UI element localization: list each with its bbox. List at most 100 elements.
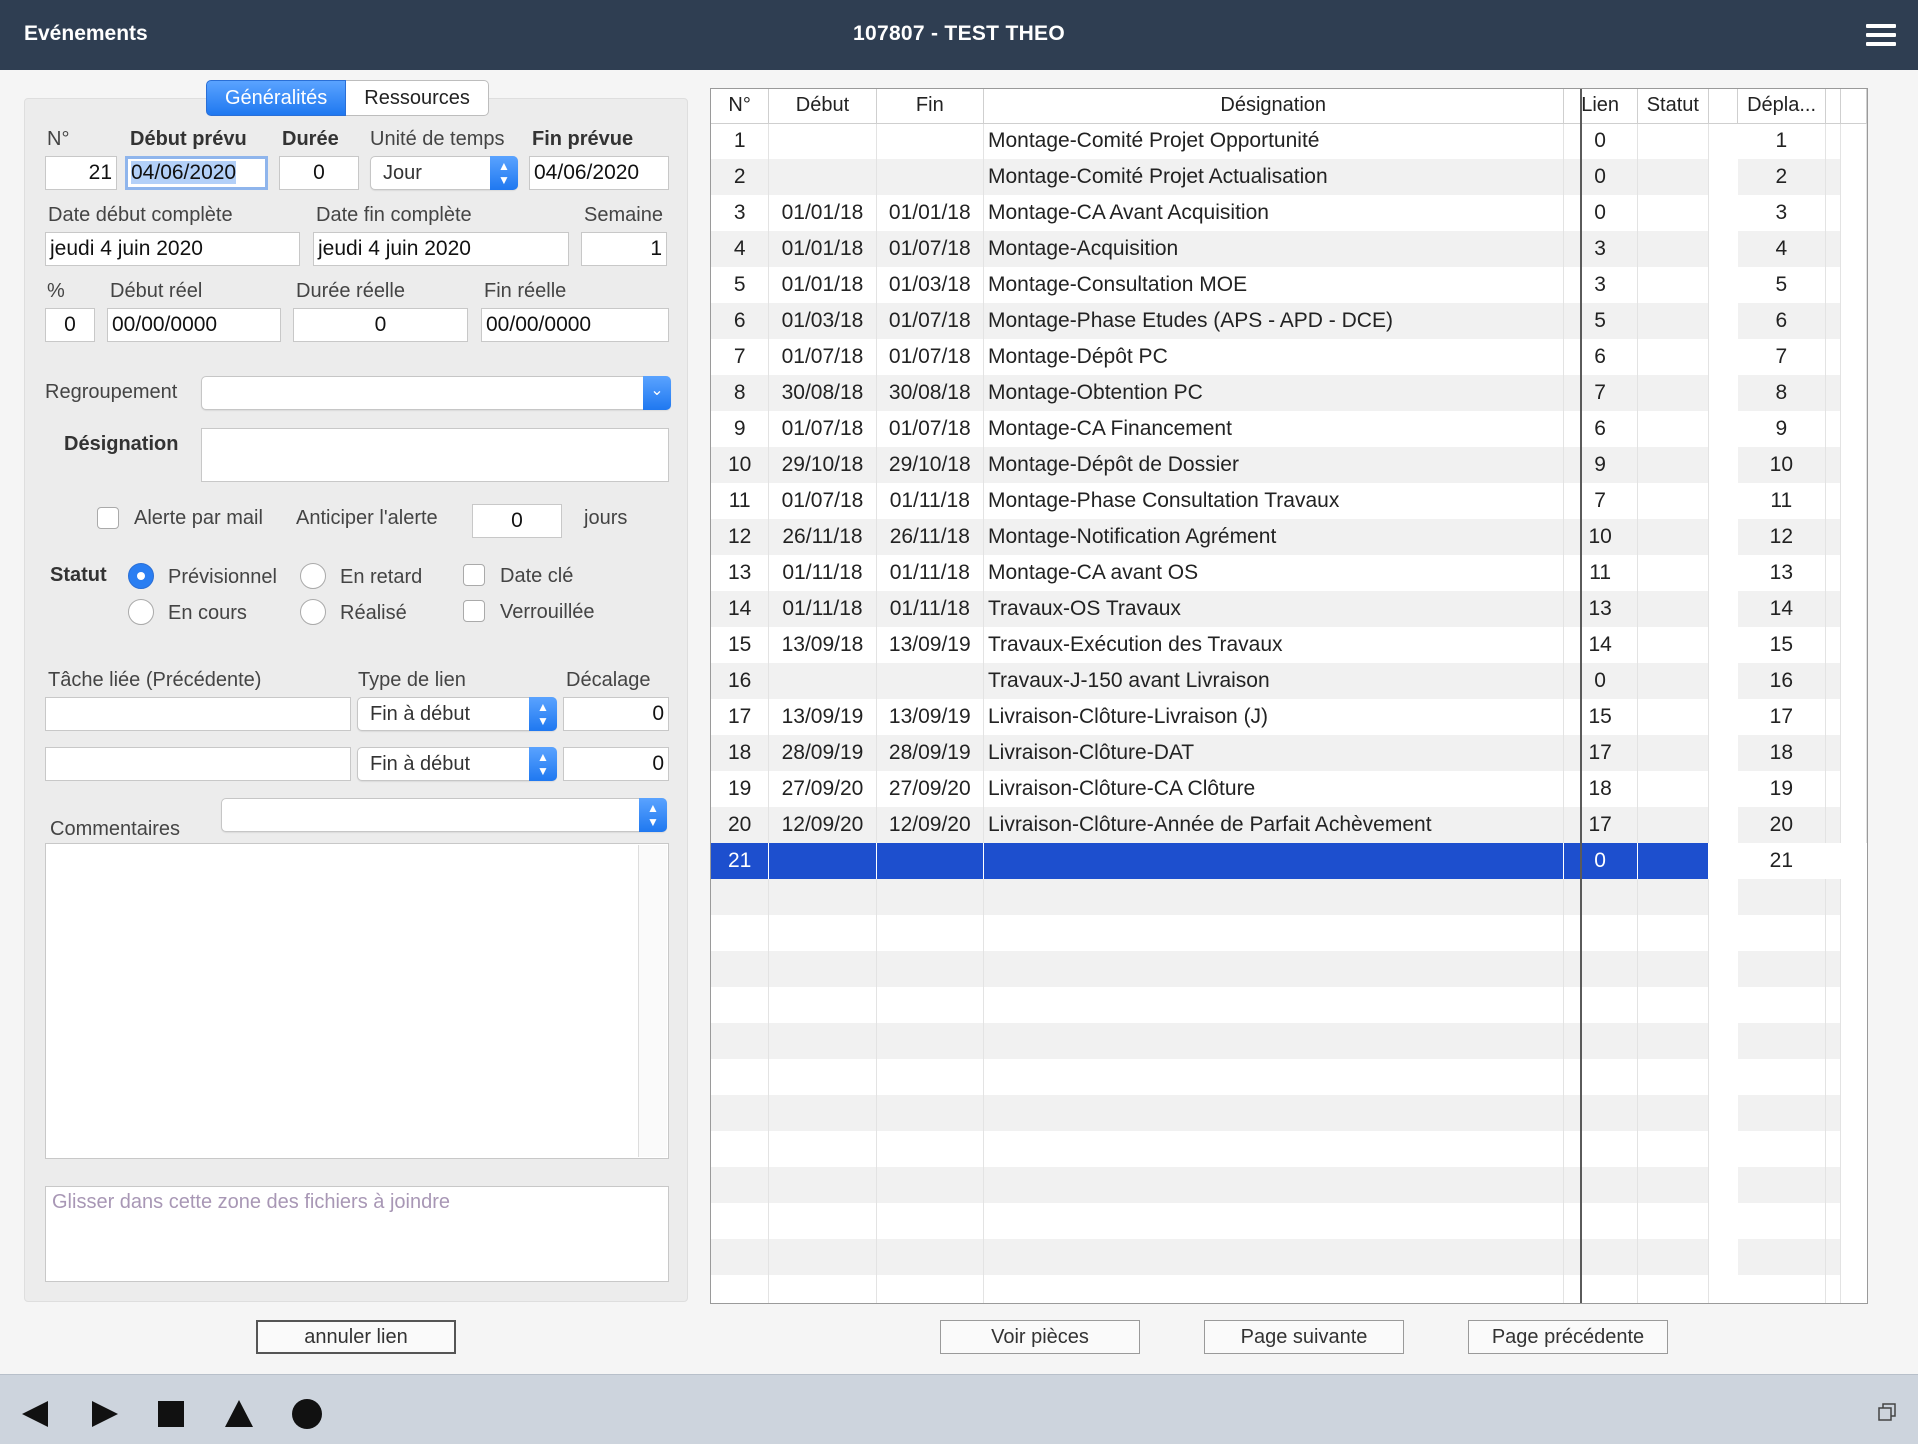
cell-debut[interactable] xyxy=(768,843,877,879)
semaine-field[interactable]: 1 xyxy=(581,232,667,266)
empty-row[interactable] xyxy=(711,1203,1867,1239)
designation-field[interactable] xyxy=(201,428,669,482)
empty-row[interactable] xyxy=(711,1023,1867,1059)
cell-designation[interactable]: Travaux-J-150 avant Livraison xyxy=(983,663,1564,699)
empty-row[interactable] xyxy=(711,915,1867,951)
cell-statut[interactable] xyxy=(1637,231,1709,267)
cell-designation[interactable]: Travaux-Exécution des Travaux xyxy=(983,627,1564,663)
cell-fin[interactable]: 30/08/18 xyxy=(876,375,984,411)
cell-debut[interactable]: 01/03/18 xyxy=(768,303,877,339)
cell-depla[interactable]: 17 xyxy=(1737,699,1826,735)
cell-depla[interactable]: 20 xyxy=(1737,807,1826,843)
table-row[interactable]: 13 01/11/18 01/11/18 Montage-CA avant OS 11 1… xyxy=(711,555,1867,591)
cell-lien[interactable]: 17 xyxy=(1563,807,1638,843)
cell-fin[interactable] xyxy=(876,843,984,879)
cell-depla[interactable]: 10 xyxy=(1737,447,1826,483)
cell-depla[interactable]: 13 xyxy=(1737,555,1826,591)
col-lien[interactable]: Lien xyxy=(1563,89,1638,124)
back-triangle-icon[interactable] xyxy=(18,1397,52,1431)
cell-depla[interactable]: 5 xyxy=(1737,267,1826,303)
cell-lien[interactable]: 0 xyxy=(1563,159,1638,195)
alerte-checkbox[interactable] xyxy=(97,507,119,529)
cell-statut[interactable] xyxy=(1637,267,1709,303)
cell-lien[interactable]: 17 xyxy=(1563,735,1638,771)
cell-designation[interactable]: Montage-Obtention PC xyxy=(983,375,1564,411)
voir-pieces-button[interactable]: Voir pièces xyxy=(940,1320,1140,1354)
cell-statut[interactable] xyxy=(1637,735,1709,771)
cell-depla[interactable]: 18 xyxy=(1737,735,1826,771)
cell-depla[interactable]: 3 xyxy=(1737,195,1826,231)
play-triangle-icon[interactable] xyxy=(88,1397,122,1431)
stop-square-icon[interactable] xyxy=(154,1397,188,1431)
cell-designation[interactable]: Livraison-Clôture-Année de Parfait Achèv… xyxy=(983,807,1564,843)
cell-statut[interactable] xyxy=(1637,699,1709,735)
type-lien-select-2[interactable]: Fin à début ▲ ▼ xyxy=(357,747,557,781)
cell-fin[interactable]: 01/11/18 xyxy=(876,555,984,591)
cell-debut[interactable]: 01/01/18 xyxy=(768,231,877,267)
cell-depla[interactable]: 16 xyxy=(1737,663,1826,699)
cell-lien[interactable]: 6 xyxy=(1563,411,1638,447)
cell-designation[interactable]: Montage-Phase Etudes (APS - APD - DCE) xyxy=(983,303,1564,339)
cell-fin[interactable]: 01/07/18 xyxy=(876,303,984,339)
cell-no[interactable]: 11 xyxy=(711,483,770,519)
cell-no[interactable]: 6 xyxy=(711,303,770,339)
cell-statut[interactable] xyxy=(1637,591,1709,627)
cell-depla[interactable]: 14 xyxy=(1737,591,1826,627)
cell-debut[interactable]: 13/09/19 xyxy=(768,699,877,735)
cell-no[interactable]: 5 xyxy=(711,267,770,303)
cell-debut[interactable]: 01/07/18 xyxy=(768,339,877,375)
decalage-field-2[interactable]: 0 xyxy=(563,747,669,781)
cell-no[interactable]: 10 xyxy=(711,447,770,483)
cell-lien[interactable]: 0 xyxy=(1563,843,1638,879)
empty-row[interactable] xyxy=(711,879,1867,915)
cell-lien[interactable]: 7 xyxy=(1563,375,1638,411)
table-row[interactable]: 14 01/11/18 01/11/18 Travaux-OS Travaux 13 14 xyxy=(711,591,1867,627)
cell-debut[interactable]: 01/11/18 xyxy=(768,555,877,591)
cell-lien[interactable]: 15 xyxy=(1563,699,1638,735)
table-row[interactable]: 19 27/09/20 27/09/20 Livraison-Clôture-CA C… xyxy=(711,771,1867,807)
cell-designation[interactable]: Livraison-Clôture-DAT xyxy=(983,735,1564,771)
cell-debut[interactable]: 30/08/18 xyxy=(768,375,877,411)
attach-dropzone[interactable]: Glisser dans cette zone des fichiers à j… xyxy=(45,1186,669,1282)
radio-realise[interactable] xyxy=(300,599,326,625)
debut-reel-field[interactable]: 00/00/0000 xyxy=(107,308,281,342)
table-row[interactable]: 18 28/09/19 28/09/19 Livraison-Clôture-DAT 1… xyxy=(711,735,1867,771)
empty-row[interactable] xyxy=(711,1167,1867,1203)
cell-no[interactable]: 7 xyxy=(711,339,770,375)
cell-fin[interactable] xyxy=(876,663,984,699)
empty-row[interactable] xyxy=(711,1239,1867,1275)
cell-fin[interactable]: 01/07/18 xyxy=(876,231,984,267)
cell-statut[interactable] xyxy=(1637,447,1709,483)
cell-designation[interactable]: Travaux-OS Travaux xyxy=(983,591,1564,627)
cell-depla[interactable]: 7 xyxy=(1737,339,1826,375)
table-row[interactable]: 6 01/03/18 01/07/18 Montage-Phase Etudes (A… xyxy=(711,303,1867,339)
cell-lien[interactable]: 3 xyxy=(1563,267,1638,303)
cell-lien[interactable]: 3 xyxy=(1563,231,1638,267)
annuler-lien-button[interactable]: annuler lien xyxy=(256,1320,456,1354)
radio-en-cours[interactable] xyxy=(128,599,154,625)
cell-no[interactable]: 14 xyxy=(711,591,770,627)
cell-depla[interactable]: 11 xyxy=(1737,483,1826,519)
table-row[interactable]: 4 01/01/18 01/07/18 Montage-Acquisition 3 4 xyxy=(711,231,1867,267)
cell-designation[interactable] xyxy=(983,843,1564,879)
duree-reelle-field[interactable]: 0 xyxy=(293,308,468,342)
cell-statut[interactable] xyxy=(1637,843,1709,879)
cell-lien[interactable]: 0 xyxy=(1563,663,1638,699)
table-row[interactable]: 21 0 21 xyxy=(711,843,1867,879)
cell-statut[interactable] xyxy=(1637,195,1709,231)
cell-designation[interactable]: Montage-Comité Projet Opportunité xyxy=(983,123,1564,159)
cell-fin[interactable] xyxy=(876,123,984,159)
cell-lien[interactable]: 0 xyxy=(1563,123,1638,159)
cell-no[interactable]: 15 xyxy=(711,627,770,663)
table-row[interactable]: 1 Montage-Comité Projet Opportunité 0 1 xyxy=(711,123,1867,159)
no-field[interactable]: 21 xyxy=(45,156,117,190)
resize-window-icon[interactable] xyxy=(1878,1403,1896,1421)
cell-depla[interactable]: 9 xyxy=(1737,411,1826,447)
cell-statut[interactable] xyxy=(1637,627,1709,663)
type-lien-select-1[interactable]: Fin à début ▲ ▼ xyxy=(357,697,557,731)
cell-lien[interactable]: 10 xyxy=(1563,519,1638,555)
cell-designation[interactable]: Montage-CA Financement xyxy=(983,411,1564,447)
cell-designation[interactable]: Montage-Dépôt PC xyxy=(983,339,1564,375)
table-row[interactable]: 7 01/07/18 01/07/18 Montage-Dépôt PC 6 7 xyxy=(711,339,1867,375)
cell-depla[interactable]: 21 xyxy=(1737,843,1826,879)
